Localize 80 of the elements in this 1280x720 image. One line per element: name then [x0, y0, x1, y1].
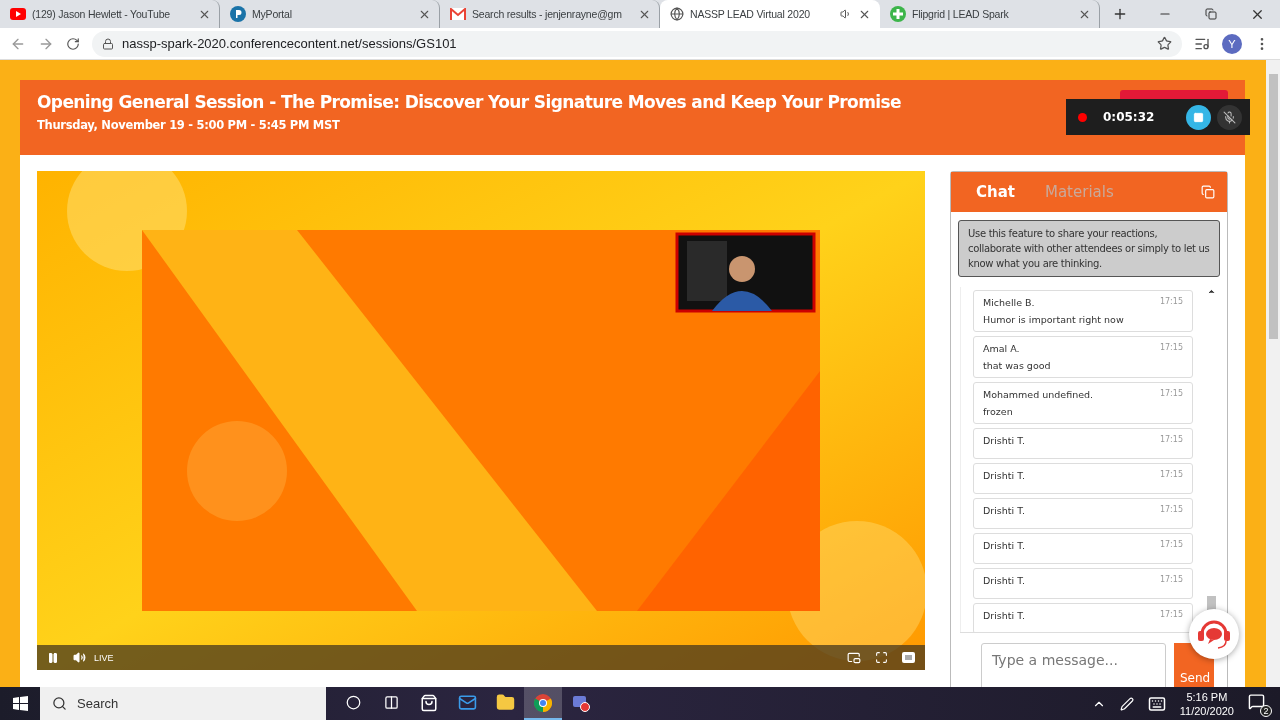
recorder-icon [572, 693, 590, 712]
message-author: Mohammed undefined. [983, 389, 1094, 400]
mic-off-icon [1223, 110, 1236, 124]
mail-logo-icon [450, 8, 466, 20]
browser-tab[interactable]: NASSP LEAD Virtual 2020 [660, 0, 880, 28]
clock-date: 11/20/2020 [1179, 703, 1234, 718]
mail-icon [457, 693, 477, 712]
folder-icon [495, 693, 515, 712]
message-author: Drishti T. [983, 435, 1025, 446]
message-author: Drishti T. [983, 610, 1025, 621]
quality-icon[interactable] [902, 652, 915, 663]
cortana-icon [345, 695, 361, 710]
message-author: Amal A. [983, 343, 1020, 354]
speaker-icon[interactable] [840, 8, 852, 20]
tab-title: MyPortal [252, 8, 293, 20]
mic-off-button[interactable] [1217, 104, 1242, 130]
new-tab-icon[interactable] [1112, 6, 1128, 22]
message-time: 17:15 [1159, 389, 1183, 400]
recording-time: 0:05:32 [1103, 110, 1156, 124]
session-title: Opening General Session - The Promise: Discover Your Signature Moves and Keep Your Promise [37, 92, 901, 112]
windows-logo-icon [12, 696, 28, 711]
live-label: LIVE [94, 652, 114, 663]
stop-button[interactable] [1186, 104, 1211, 130]
taskbar-search-field[interactable]: Search [40, 687, 326, 720]
message-author: Michelle B. [983, 297, 1035, 308]
stop-icon [1193, 111, 1204, 123]
message-text: that was good [983, 360, 1052, 371]
portal-logo-icon [230, 6, 246, 22]
page-scrollbar[interactable] [1266, 60, 1280, 687]
url-text: nassp-spark-2020.conferencecontent.net/sessions/GS101 [122, 36, 457, 51]
taskbar-clock[interactable]: 5:16 PM 11/20/2020 [1179, 689, 1234, 718]
scrollbar-thumb[interactable] [1207, 596, 1216, 610]
flipgrid-logo-icon [890, 6, 906, 22]
video-logo-icon [10, 8, 26, 20]
globe-icon [670, 7, 684, 21]
message-time: 17:15 [1159, 540, 1183, 551]
message-author: Drishti T. [983, 505, 1025, 516]
message-text: frozen [983, 406, 1014, 417]
video-player[interactable]: LIVE [37, 171, 925, 670]
tab-title: (129) Jason Hewlett - YouTube [32, 8, 171, 20]
chrome-icon [534, 693, 552, 712]
message-author: Drishti T. [983, 575, 1025, 586]
profile-avatar[interactable]: Y [1222, 33, 1242, 54]
tab-title: Search results - jenjenrayne@gm [472, 8, 623, 20]
volume-icon[interactable] [73, 651, 86, 664]
reload-icon[interactable] [66, 36, 80, 51]
keyboard-icon[interactable] [1147, 694, 1166, 713]
clock-time: 5:16 PM [1186, 689, 1228, 704]
pause-icon[interactable] [47, 651, 59, 664]
pen-icon[interactable] [1119, 696, 1134, 711]
popout-icon[interactable] [1201, 185, 1215, 199]
picture-in-picture-icon[interactable] [847, 650, 861, 665]
message-time: 17:15 [1159, 470, 1183, 481]
help-chat-button[interactable] [1189, 609, 1239, 659]
notification-count: 2 [1260, 704, 1272, 717]
session-schedule: Thursday, November 19 - 5:00 PM - 5:45 PM MST [37, 118, 340, 132]
message-time: 17:15 [1159, 343, 1183, 354]
lock-icon [102, 37, 114, 50]
task-view-icon [383, 695, 399, 710]
message-time: 17:15 [1159, 505, 1183, 516]
page-scrollbar-thumb[interactable] [1268, 74, 1278, 339]
tab-title: Flipgrid | LEAD Spark [912, 8, 1010, 20]
bookmark-star-icon[interactable] [1157, 36, 1172, 51]
message-time: 17:15 [1159, 297, 1183, 308]
address-field[interactable]: nassp-spark-2020.conferencecontent.net/sessions/GS101 [92, 30, 1182, 57]
recording-dot-icon [1078, 112, 1087, 122]
store-icon [420, 693, 438, 712]
chat-notice: Use this feature to share your reactions, collaborate with other attendees or simply to let us know what you are thinking. [958, 220, 1220, 277]
message-author: Drishti T. [983, 470, 1025, 481]
message-time: 17:15 [1159, 435, 1183, 446]
scroll-up-icon[interactable] [1207, 287, 1216, 296]
message-text: Humor is important right now [983, 314, 1125, 325]
tab-title: NASSP LEAD Virtual 2020 [690, 8, 811, 20]
message-author: Drishti T. [983, 540, 1025, 551]
message-time: 17:15 [1159, 610, 1183, 621]
message-time: 17:15 [1159, 575, 1183, 586]
fullscreen-icon[interactable] [875, 651, 888, 664]
search-icon [52, 696, 67, 711]
headset-chat-icon [1196, 618, 1232, 650]
restore-icon[interactable] [1205, 8, 1217, 20]
